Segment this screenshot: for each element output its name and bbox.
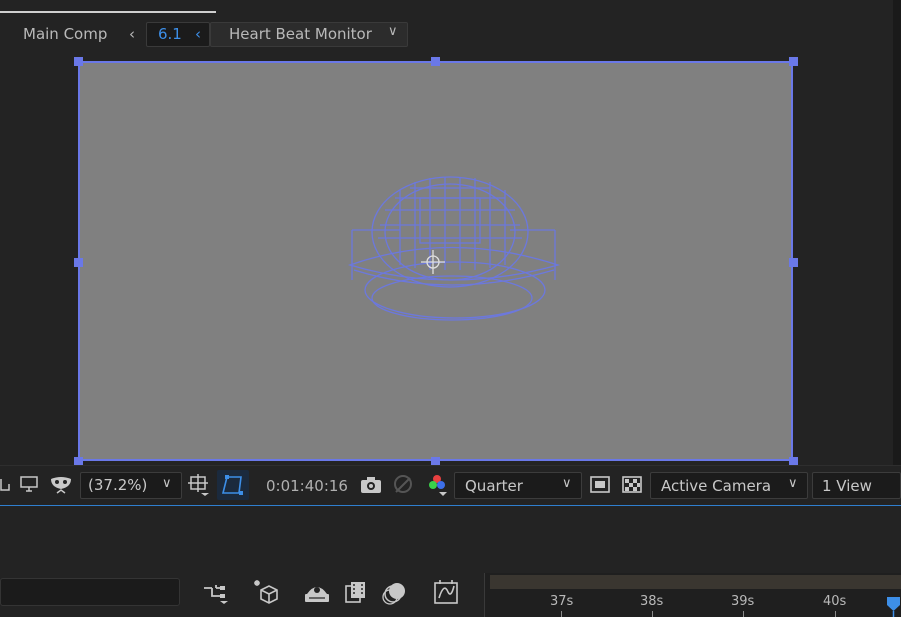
transform-handle[interactable] [789, 258, 798, 267]
time-ruler-tick [652, 611, 653, 617]
transform-handle[interactable] [431, 57, 440, 66]
time-ruler-label: 38s [640, 594, 664, 609]
motion-blur-icon[interactable] [382, 580, 408, 606]
graph-editor-icon[interactable] [432, 578, 460, 606]
fast-preview-icon[interactable] [589, 475, 611, 495]
chevron-down-icon: ∨ [162, 476, 172, 491]
show-snapshot-icon[interactable] [392, 474, 414, 494]
region-icon[interactable] [0, 476, 10, 494]
resolution-value: Quarter [465, 477, 523, 495]
time-ruler-tick [743, 611, 744, 617]
tab-underline [0, 11, 216, 13]
chevron-left-icon[interactable]: ‹ [195, 25, 201, 43]
safe-zones-icon[interactable] [187, 473, 211, 497]
time-ruler-label: 39s [731, 594, 755, 609]
time-ruler-label: 37s [550, 594, 574, 609]
transform-handle[interactable] [74, 57, 83, 66]
chevron-down-icon: ∨ [788, 476, 798, 491]
breadcrumb-bar [0, 0, 901, 52]
monitor-icon[interactable] [19, 475, 39, 493]
chevron-down-icon[interactable]: ∨ [388, 24, 398, 39]
transparency-grid-icon[interactable] [621, 475, 643, 495]
frame-blending-icon[interactable] [343, 580, 369, 606]
camera-snapshot-icon[interactable] [360, 475, 382, 495]
chevron-down-icon: ∨ [562, 476, 572, 491]
breadcrumb-current-comp[interactable]: Heart Beat Monitor [229, 25, 372, 43]
composition-flowchart-icon[interactable] [202, 582, 230, 606]
camera-value: Active Camera [661, 477, 772, 495]
playhead-icon[interactable] [886, 597, 901, 617]
3d-draft-icon[interactable] [251, 578, 279, 606]
3d-wireframe-object[interactable] [340, 170, 570, 330]
time-ruler-label: 40s [823, 594, 847, 609]
time-ruler-tick [835, 611, 836, 617]
color-channels-icon[interactable] [425, 472, 449, 498]
view-layout-value: 1 View [822, 477, 872, 495]
chevron-left-icon[interactable]: ‹ [129, 25, 135, 43]
breadcrumb-main-comp[interactable]: Main Comp [23, 25, 107, 43]
transform-handle[interactable] [74, 258, 83, 267]
mask-icon[interactable] [49, 474, 75, 496]
work-area-bar[interactable] [490, 575, 901, 589]
timecode[interactable]: 0:01:40:16 [266, 477, 348, 495]
transform-handle[interactable] [789, 57, 798, 66]
zoom-value: (37.2%) [88, 476, 148, 494]
viewer-scrollbar[interactable] [893, 0, 901, 465]
breadcrumb-sub-comp[interactable]: 6.1 [158, 25, 182, 43]
roi-icon[interactable] [221, 474, 245, 496]
layer-search-input[interactable] [0, 578, 180, 606]
shy-icon[interactable] [303, 580, 331, 604]
time-ruler-tick [561, 611, 562, 617]
